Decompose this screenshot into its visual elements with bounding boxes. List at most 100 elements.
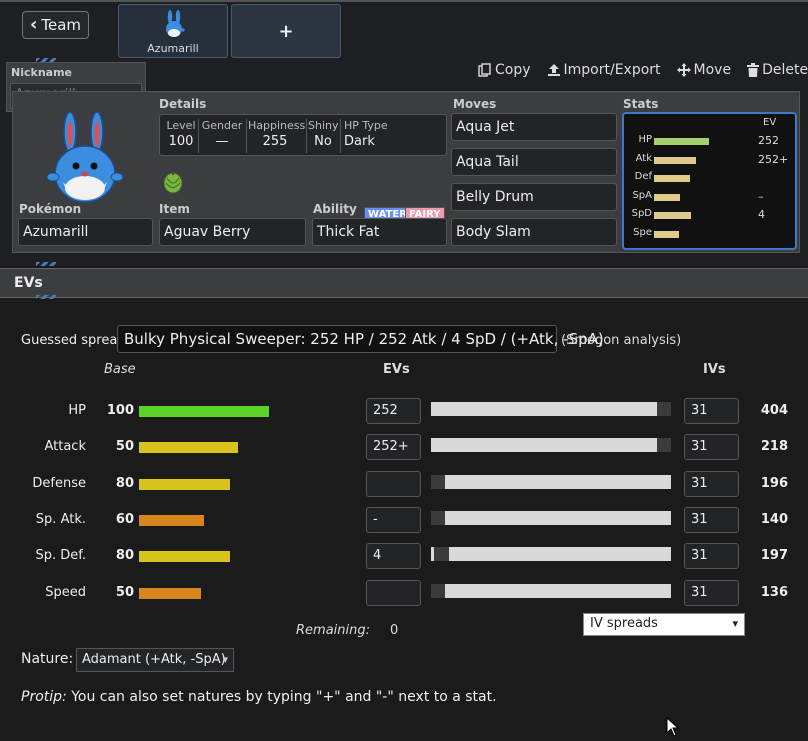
iv-input[interactable]: 31 [684, 543, 739, 570]
level-label: Level [166, 119, 196, 132]
stat-summary-row: Atk 252+ [624, 153, 795, 169]
base-stat-value: 60 [115, 511, 134, 527]
move-3-input[interactable]: Belly Drum [451, 183, 617, 211]
happiness-label: Happiness [248, 119, 306, 132]
stat-summary-row: SpA – [624, 190, 795, 206]
stat-name: Sp. Atk. [35, 511, 86, 527]
iv-input[interactable]: 31 [684, 434, 739, 461]
nickname-label: Nickname [11, 66, 72, 79]
pokemon-editor-panel: Nickname Azumarill Copy Import/Export Mo… [0, 58, 808, 266]
stat-name: Speed [45, 584, 86, 600]
move-2-input[interactable]: Aqua Tail [451, 148, 617, 176]
azumarill-mini-sprite [166, 10, 185, 37]
ev-slider[interactable] [431, 474, 671, 489]
iv-input[interactable]: 31 [684, 398, 739, 424]
hptype-col: HP Type Dark [344, 119, 388, 149]
base-stat-value: 100 [106, 403, 134, 418]
ability-input[interactable]: Thick Fat [312, 218, 447, 246]
decor-stripe [36, 295, 56, 299]
ev-slider[interactable] [431, 510, 671, 525]
ev-input[interactable] [366, 470, 421, 497]
team-button[interactable]: ‹ Team [22, 11, 89, 39]
move-arrows-icon [676, 63, 691, 77]
details-divider [340, 119, 341, 153]
import-export-button[interactable]: Import/Export [547, 62, 661, 78]
smogon-analysis-link[interactable]: (Smogon analysis) [561, 333, 681, 348]
mouse-cursor-icon [666, 717, 680, 737]
ev-stat-row: Sp. Def. 80 4 31 197 [0, 543, 808, 570]
chevron-down-icon: ▾ [222, 653, 228, 666]
protip-text: You can also set natures by typing "+" a… [66, 689, 497, 705]
level-value: 100 [168, 134, 194, 149]
protip-label: Protip: [21, 689, 67, 705]
stats-label: Stats [623, 97, 659, 111]
gender-label: Gender [201, 119, 243, 132]
ev-stat-row: Sp. Atk. 60 - 31 140 [0, 506, 808, 533]
iv-spreads-select[interactable]: IV spreads ▾ [583, 613, 745, 636]
stat-total: 218 [760, 439, 788, 455]
stat-summary-bar [654, 212, 691, 219]
team-slot-azumarill[interactable]: Azumarill [118, 4, 228, 58]
move-button[interactable]: Move [676, 62, 731, 78]
stat-summary-row: Def [624, 171, 795, 187]
ev-input[interactable]: - [366, 506, 421, 533]
details-divider [246, 119, 247, 153]
item-input[interactable]: Aguav Berry [159, 218, 306, 246]
ev-slider[interactable] [431, 547, 671, 562]
set-card: Details Level 100 Gender — Happiness 255… [12, 91, 800, 253]
base-stat-bar [139, 587, 201, 599]
hptype-value: Dark [344, 134, 375, 149]
evs-title: EVs [14, 275, 43, 291]
chevron-down-icon: ▾ [732, 617, 738, 630]
hptype-label: HP Type [344, 119, 388, 132]
iv-input[interactable]: 31 [684, 579, 739, 606]
delete-button[interactable]: Delete [747, 62, 808, 78]
details-divider [306, 119, 307, 153]
ev-input[interactable]: 252+ [366, 434, 421, 461]
iv-spreads-label: IV spreads [590, 616, 658, 631]
stat-total: 404 [760, 403, 788, 418]
import-export-label: Import/Export [563, 62, 661, 78]
ev-input[interactable] [366, 579, 421, 606]
nature-select[interactable]: Adamant (+Atk, -SpA) ▾ [76, 648, 234, 672]
add-pokemon-slot[interactable]: + [231, 4, 341, 58]
ev-slider[interactable] [431, 402, 671, 416]
stat-summary-name: HP [638, 134, 652, 145]
shiny-label: Shiny [308, 119, 339, 132]
item-label: Item [159, 202, 190, 216]
iv-input[interactable]: 31 [684, 470, 739, 497]
ev-stat-row: Defense 80 31 196 [0, 470, 808, 497]
pokemon-input[interactable]: Azumarill [18, 218, 153, 246]
moves-label: Moves [453, 97, 497, 111]
gender-col: Gender — [200, 119, 244, 149]
stat-summary-ev: 4 [758, 208, 765, 221]
base-stat-bar [139, 514, 204, 526]
ev-slider-fill [445, 583, 671, 598]
ev-slider-fill [445, 474, 671, 489]
base-header: Base [104, 362, 136, 377]
aguav-berry-icon [163, 171, 183, 194]
copy-label: Copy [495, 62, 531, 78]
stat-total: 140 [760, 511, 788, 527]
level-col: Level 100 [166, 119, 196, 149]
move-1-input[interactable]: Aqua Jet [451, 113, 617, 141]
ev-slider[interactable] [431, 583, 671, 598]
stat-summary-name: SpA [632, 189, 652, 201]
details-box[interactable]: Level 100 Gender — Happiness 255 Shiny N… [159, 114, 447, 156]
protip: Protip: You can also set natures by typi… [21, 689, 497, 705]
ev-slider-fill [445, 510, 671, 525]
gender-value: — [215, 134, 229, 149]
ev-slider[interactable] [431, 438, 671, 453]
trash-icon [747, 63, 760, 77]
ev-input[interactable]: 252 [366, 398, 421, 424]
copy-button[interactable]: Copy [478, 62, 531, 78]
stat-summary-ev: 252 [758, 134, 779, 147]
ev-input[interactable]: 4 [366, 543, 421, 570]
stats-summary-button[interactable]: EV HP 252 Atk 252+ Def SpA – SpD 4 Spe [622, 112, 797, 250]
details-label: Details [159, 97, 207, 111]
iv-input[interactable]: 31 [684, 506, 739, 533]
stat-name: HP [68, 403, 86, 418]
move-4-input[interactable]: Body Slam [451, 218, 617, 246]
ev-stat-row: HP 100 252 31 404 [0, 398, 808, 424]
ev-stat-row: Speed 50 31 136 [0, 579, 808, 606]
